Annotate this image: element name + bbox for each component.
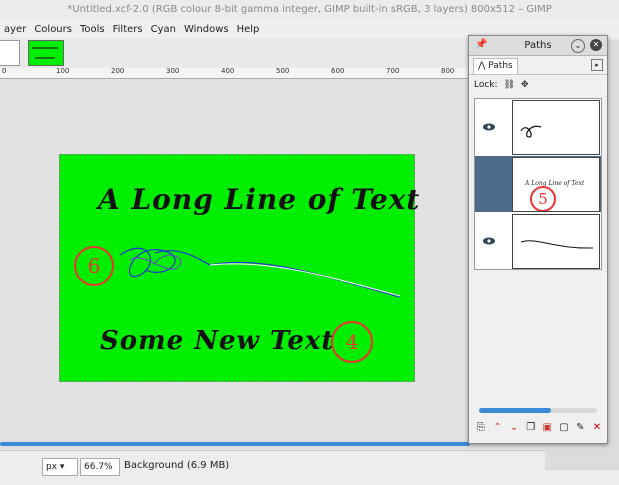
thumb-text: A Long Line of Text	[525, 180, 585, 187]
unit-value: px	[46, 462, 58, 472]
paths-list[interactable]: A Long Line of Text 5	[474, 98, 602, 270]
ruler-label: 300	[166, 67, 180, 75]
ruler-label: 800	[441, 67, 455, 75]
path-to-selection-icon[interactable]: ▣	[541, 422, 553, 436]
menu-windows[interactable]: Windows	[180, 24, 233, 35]
ruler-label: 200	[111, 67, 125, 75]
annotation-marker-5: 5	[530, 186, 556, 211]
scrollbar-thumb[interactable]	[0, 442, 470, 446]
lock-label: Lock:	[474, 79, 498, 90]
ruler-label: 100	[56, 67, 70, 75]
raise-path-icon[interactable]: ⌃	[492, 422, 504, 436]
tab-paths[interactable]: ⋀ Paths	[473, 58, 518, 74]
annotation-marker-6: 6	[74, 246, 114, 286]
path-thumbnail	[512, 214, 600, 269]
paths-tab-icon: ⋀	[478, 61, 486, 71]
menu-tools[interactable]: Tools	[76, 24, 109, 35]
paths-tab-label: Paths	[488, 61, 513, 71]
tab-menu-icon[interactable]: ▸	[591, 59, 603, 71]
close-icon[interactable]: ✕	[590, 39, 602, 51]
text-layer-some-new-text: Some New Text	[100, 326, 335, 356]
menu-colours[interactable]: Colours	[30, 24, 76, 35]
menu-cyan[interactable]: Cyan	[147, 24, 180, 35]
dialog-button-bar: ⎘ ⌃ ⌄ ❐ ▣ ▢ ✎ ✕	[475, 422, 603, 436]
path-item-selected[interactable]: A Long Line of Text 5	[475, 156, 601, 212]
ruler-label: 700	[386, 67, 400, 75]
ruler-label: 600	[331, 67, 345, 75]
tab-thumbnail-icon	[32, 47, 58, 59]
lock-position-icon[interactable]: ✥	[521, 80, 529, 90]
path-thumbnail: A Long Line of Text 5	[512, 157, 600, 212]
window-title: *Untitled.xcf-2.0 (RGB colour 8-bit gamm…	[0, 0, 619, 20]
zoom-value: 66.7%	[84, 462, 113, 472]
visibility-eye-icon[interactable]	[483, 121, 495, 133]
dialog-scroll-thumb[interactable]	[479, 408, 551, 413]
menu-filters[interactable]: Filters	[109, 24, 147, 35]
ruler-label: 500	[276, 67, 290, 75]
dialog-scrollbar[interactable]	[479, 408, 597, 413]
image-canvas[interactable]: A Long Line of Text 6 Some New Text 4	[59, 154, 419, 382]
lock-row: Lock: ⛓ ✥	[469, 75, 607, 94]
dialog-title: Paths	[524, 40, 552, 51]
image-tab-1[interactable]	[0, 40, 20, 66]
dialog-titlebar[interactable]: 📌 Paths ⌄ ✕	[469, 36, 607, 56]
selection-to-path-icon[interactable]: ▢	[558, 422, 570, 436]
path-item[interactable]	[475, 213, 601, 269]
annotation-marker-4: 4	[331, 321, 373, 363]
path-thumbnail	[512, 100, 600, 155]
visibility-eye-icon[interactable]	[483, 235, 495, 247]
menu-layer[interactable]: ayer	[0, 24, 30, 35]
new-path-icon[interactable]: ⎘	[475, 422, 487, 436]
zoom-select[interactable]: 66.7%	[80, 458, 120, 476]
lower-path-icon[interactable]: ⌄	[508, 422, 520, 436]
ruler-label: 0	[2, 67, 7, 75]
statusbar: px ▾ 66.7% Background (6.9 MB)	[0, 450, 619, 485]
layer-info: Background (6.9 MB)	[124, 460, 230, 471]
dialog-tabrow: ⋀ Paths ▸	[469, 56, 607, 75]
ruler-label: 400	[221, 67, 235, 75]
image-tab-active[interactable]	[28, 40, 64, 66]
menu-help[interactable]: Help	[233, 24, 264, 35]
unit-select[interactable]: px ▾	[42, 458, 78, 476]
paint-along-path-icon[interactable]: ✎	[574, 422, 586, 436]
path-item[interactable]	[475, 99, 601, 155]
paths-dialog: 📌 Paths ⌄ ✕ ⋀ Paths ▸ Lock: ⛓ ✥ A Long L…	[468, 35, 608, 444]
duplicate-path-icon[interactable]: ❐	[525, 422, 537, 436]
lock-path-icon[interactable]: ⛓	[504, 80, 515, 90]
minimize-icon[interactable]: ⌄	[571, 39, 585, 53]
delete-path-icon[interactable]: ✕	[591, 422, 603, 436]
